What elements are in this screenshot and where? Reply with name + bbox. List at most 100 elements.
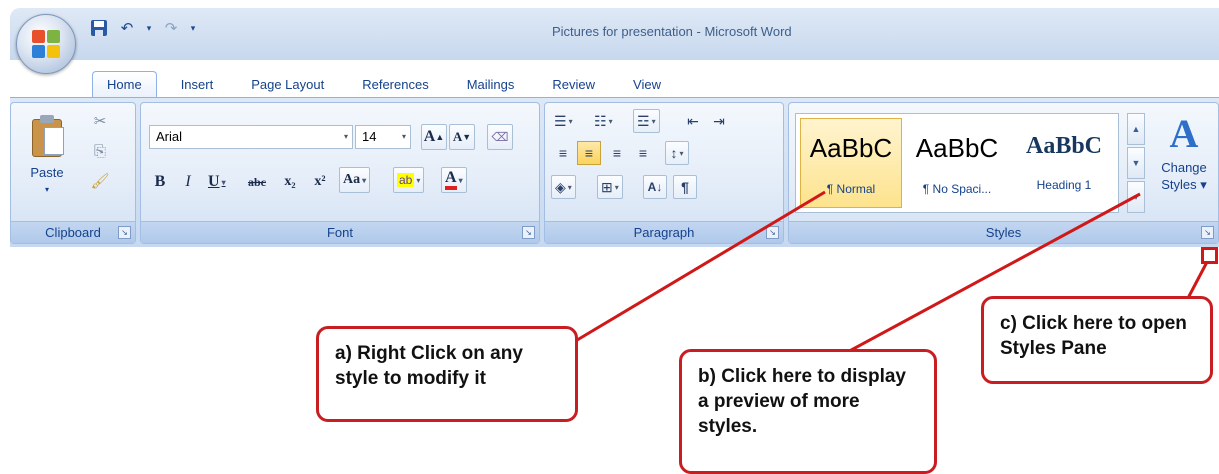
style-tile-normal[interactable]: AaBbC ¶ Normal	[800, 118, 902, 208]
change-styles-icon: A	[1169, 111, 1199, 156]
style-name-normal: ¶ Normal	[826, 182, 876, 196]
gallery-scroll-down-icon[interactable]: ▼	[1127, 147, 1145, 179]
paste-dropdown-icon[interactable]: ▾	[45, 185, 49, 194]
clear-formatting-icon[interactable]: ⌫	[487, 124, 513, 150]
redo-icon[interactable]: ↷	[160, 17, 182, 39]
numbering-button[interactable]: ☷ ▾	[591, 109, 616, 133]
tab-page-layout[interactable]: Page Layout	[237, 72, 338, 98]
line-spacing-button[interactable]: ↕ ▾	[665, 141, 689, 165]
font-name-dropdown-icon[interactable]: ▾	[344, 126, 348, 148]
style-tile-heading-1[interactable]: AaBbC Heading 1	[1012, 118, 1116, 208]
bullets-button[interactable]: ☰ ▾	[551, 109, 576, 133]
paste-button[interactable]: Paste ▾	[19, 109, 75, 213]
shading-icon: ◈	[555, 178, 566, 195]
tab-mailings[interactable]: Mailings	[453, 72, 529, 98]
underline-label: U	[208, 173, 220, 190]
font-size-box[interactable]: 14 ▾	[355, 125, 411, 149]
borders-dropdown-icon[interactable]: ▾	[615, 183, 619, 192]
callout-c-text: c) Click here to open Styles Pane	[1000, 313, 1187, 359]
clipboard-label: Clipboard	[45, 225, 101, 240]
font-color-label: A	[445, 170, 457, 190]
undo-dropdown-icon[interactable]: ▾	[144, 23, 154, 34]
shrink-font-button[interactable]: A ▼	[449, 124, 475, 150]
borders-icon: ⊞	[601, 178, 613, 195]
font-group: Arial ▾ 14 ▾ A ▲ A ▼ ⌫ B I U ▾ abc x₂ x² Aa…	[140, 102, 540, 244]
decrease-indent-button[interactable]: ⇤	[681, 109, 705, 133]
show-marks-button[interactable]: ¶	[673, 175, 697, 199]
sort-button[interactable]: A↓	[643, 175, 667, 199]
callout-a: a) Right Click on any style to modify it	[316, 326, 578, 422]
customize-toolbar-icon[interactable]: ▾	[188, 23, 198, 34]
highlight-button[interactable]: ab ▾	[393, 167, 425, 193]
office-button[interactable]	[16, 14, 76, 74]
gallery-scroll-up-icon[interactable]: ▲	[1127, 113, 1145, 145]
font-name-box[interactable]: Arial ▾	[149, 125, 353, 149]
bullets-dropdown-icon[interactable]: ▾	[569, 117, 573, 126]
paragraph-group-label: Paragraph	[545, 221, 783, 243]
change-case-label: Aa	[343, 172, 361, 187]
clipboard-launcher-icon[interactable]: ↘	[118, 226, 131, 239]
change-case-dropdown-icon[interactable]: ▾	[362, 176, 366, 185]
change-styles-button[interactable]: A Change Styles ▾	[1151, 109, 1217, 193]
copy-icon[interactable]: ⎘	[89, 141, 111, 163]
clipboard-group-label: Clipboard	[11, 221, 135, 243]
style-preview-normal: AaBbC	[809, 133, 893, 163]
font-size-value: 14	[362, 129, 377, 144]
paragraph-launcher-icon[interactable]: ↘	[766, 226, 779, 239]
undo-icon[interactable]: ↶	[116, 17, 138, 39]
underline-button[interactable]: U ▾	[205, 169, 229, 195]
bold-button[interactable]: B	[149, 169, 171, 195]
change-styles-label-2-text: Styles	[1161, 177, 1197, 192]
tab-review[interactable]: Review	[538, 72, 609, 98]
tab-view[interactable]: View	[619, 72, 675, 98]
quick-access-toolbar: ↶ ▾ ↷ ▾	[88, 16, 198, 40]
increase-indent-button[interactable]: ⇥	[707, 109, 731, 133]
shrink-font-label: A	[452, 129, 463, 144]
highlight-dropdown-icon[interactable]: ▾	[416, 176, 420, 185]
ribbon: Paste ▾ ✂ ⎘ 🖌 Clipboard ↘ Arial ▾ 14 ▾ A…	[10, 97, 1219, 247]
style-name-no-spacing: ¶ No Spaci...	[922, 182, 992, 196]
tab-insert[interactable]: Insert	[167, 72, 228, 98]
styles-launcher-highlight	[1201, 247, 1218, 264]
paste-icon	[28, 113, 66, 159]
change-case-button[interactable]: Aa ▾	[339, 167, 371, 193]
style-tile-no-spacing[interactable]: AaBbC ¶ No Spaci...	[906, 118, 1008, 208]
align-center-button[interactable]: ≡	[577, 141, 601, 165]
change-styles-label-2: Styles ▾	[1161, 177, 1207, 192]
strikethrough-button[interactable]: abc	[245, 169, 269, 195]
subscript-button[interactable]: x₂	[279, 169, 301, 195]
window-title: Pictures for presentation - Microsoft Wo…	[552, 24, 792, 39]
style-preview-heading-1: AaBbC	[1025, 133, 1103, 159]
grow-font-button[interactable]: A ▲	[421, 124, 447, 150]
tab-references[interactable]: References	[348, 72, 442, 98]
align-right-button[interactable]: ≡	[605, 141, 629, 165]
change-styles-label: Change	[1161, 160, 1207, 175]
borders-button[interactable]: ⊞ ▾	[597, 175, 623, 199]
font-size-dropdown-icon[interactable]: ▾	[402, 126, 406, 148]
styles-launcher-icon[interactable]: ↘	[1201, 226, 1214, 239]
shading-dropdown-icon[interactable]: ▾	[568, 183, 572, 192]
multilevel-dropdown-icon[interactable]: ▾	[652, 117, 656, 126]
cut-icon[interactable]: ✂	[89, 111, 111, 133]
gallery-more-button[interactable]: ▾	[1127, 181, 1145, 213]
font-group-label: Font	[141, 221, 539, 243]
align-left-button[interactable]: ≡	[551, 141, 575, 165]
tab-home[interactable]: Home	[92, 71, 157, 98]
superscript-button[interactable]: x²	[309, 169, 331, 195]
clipboard-group: Paste ▾ ✂ ⎘ 🖌 Clipboard ↘	[10, 102, 136, 244]
justify-button[interactable]: ≡	[631, 141, 655, 165]
format-painter-icon[interactable]: 🖌	[89, 171, 111, 193]
font-label: Font	[326, 225, 353, 240]
bullets-icon: ☰	[554, 112, 567, 129]
underline-dropdown-icon[interactable]: ▾	[222, 178, 226, 187]
font-color-button[interactable]: A ▾	[441, 167, 467, 193]
multilevel-list-button[interactable]: ☲ ▾	[633, 109, 660, 133]
font-color-dropdown-icon[interactable]: ▾	[459, 176, 463, 185]
line-spacing-dropdown-icon[interactable]: ▾	[679, 149, 683, 158]
font-launcher-icon[interactable]: ↘	[522, 226, 535, 239]
save-icon[interactable]	[88, 17, 110, 39]
numbering-dropdown-icon[interactable]: ▾	[609, 117, 613, 126]
shading-button[interactable]: ◈ ▾	[551, 175, 576, 199]
multilevel-icon: ☲	[637, 112, 650, 129]
italic-button[interactable]: I	[177, 169, 199, 195]
